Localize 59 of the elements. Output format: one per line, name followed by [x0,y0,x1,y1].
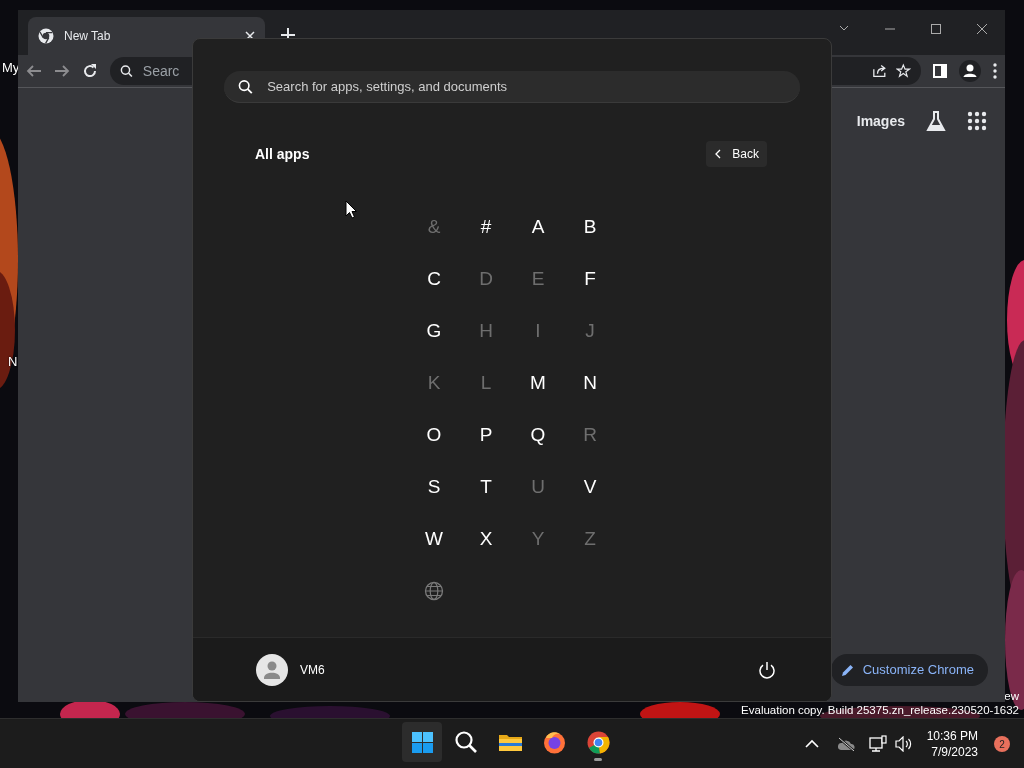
watermark-text: Evaluation copy. Build 25375.zn_release.230520-1632 [741,704,1019,717]
letter-index-button[interactable]: T [460,461,512,513]
user-avatar-icon[interactable] [256,653,288,686]
letter-index-button[interactable]: A [512,201,564,253]
apps-grid-icon[interactable] [967,111,987,131]
mouse-cursor-icon [345,200,357,219]
chevron-up-icon[interactable] [804,739,819,749]
customize-chrome-button[interactable]: Customize Chrome [830,654,988,686]
images-link[interactable]: Images [856,110,905,132]
volume-icon[interactable] [894,736,913,752]
letter-index-button[interactable]: Q [512,409,564,461]
letter-index-button[interactable]: M [512,357,564,409]
search-icon [120,64,133,78]
letter-index-button[interactable]: # [460,201,512,253]
search-icon [453,729,479,755]
back-button[interactable]: Back [706,141,767,167]
clock[interactable]: 10:36 PM 7/9/2023 [926,728,978,760]
pencil-icon [840,663,855,677]
start-icon [409,729,435,755]
letter-index-button[interactable]: X [460,513,512,565]
flask-icon[interactable] [925,110,947,132]
desktop-icon-label[interactable]: N [8,352,18,372]
star-icon[interactable] [896,63,911,79]
cloud-icon[interactable] [836,737,855,751]
letter-index-button[interactable]: N [564,357,616,409]
search-icon [238,78,254,95]
globe-icon[interactable] [424,581,444,601]
letter-index-button[interactable]: P [460,409,512,461]
profile-avatar-icon[interactable] [959,60,981,82]
letter-index-button[interactable]: F [564,253,616,305]
letter-index-button[interactable]: V [564,461,616,513]
desktop-icon-label[interactable]: My [2,58,20,78]
time-text: 10:36 PM [926,728,978,744]
letter-index-button[interactable]: S [408,461,460,513]
power-icon[interactable] [758,660,776,679]
tab-title: New Tab [64,28,112,45]
firefox-icon [541,729,567,755]
chevron-left-icon [714,149,723,159]
reload-icon[interactable] [82,63,98,79]
chrome-icon [585,729,611,755]
section-heading: All apps [255,145,310,163]
side-panel-icon[interactable] [933,64,947,78]
letter-index-button[interactable]: B [564,201,616,253]
letter-index-button[interactable]: W [408,513,460,565]
date-text: 7/9/2023 [930,744,978,760]
forward-arrow-icon[interactable] [54,63,70,79]
letter-index-button[interactable]: C [408,253,460,305]
maximize-icon[interactable] [930,23,942,35]
close-icon[interactable] [976,23,988,35]
taskbar-button[interactable] [402,722,442,762]
letter-index-button[interactable]: G [408,305,460,357]
letter-index-button[interactable]: O [408,409,460,461]
network-icon[interactable] [868,735,887,753]
back-arrow-icon[interactable] [26,63,42,79]
user-name[interactable]: VM6 [300,660,325,679]
chrome-logo-icon [38,28,54,44]
menu-icon[interactable] [993,63,997,79]
notification-badge[interactable]: 2 [994,736,1010,752]
share-icon[interactable] [871,63,889,79]
